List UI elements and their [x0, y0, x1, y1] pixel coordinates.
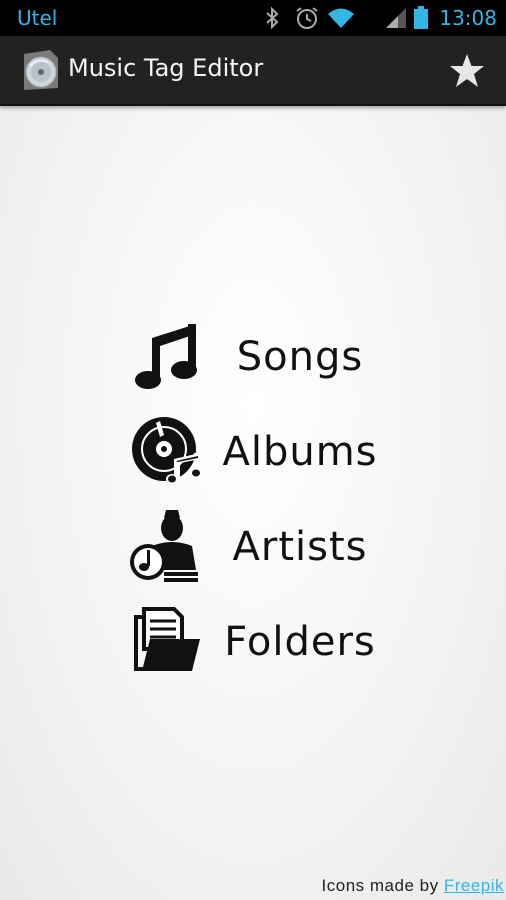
clock: 13:08 [439, 6, 497, 30]
app-title: Music Tag Editor [68, 54, 264, 82]
signal-icon [386, 8, 406, 28]
alarm-icon [296, 7, 318, 29]
attribution: Icons made by Freepik [322, 876, 504, 896]
menu-label-songs: Songs [236, 334, 364, 380]
status-bar: Utel 13:08 [0, 0, 506, 36]
menu-label-folders: Folders [224, 619, 376, 665]
freepik-link[interactable]: Freepik [444, 876, 504, 895]
bluetooth-icon [266, 6, 279, 30]
menu-label-albums: Albums [222, 429, 378, 475]
wifi-icon [328, 8, 354, 28]
star-icon[interactable] [448, 52, 486, 90]
menu-item-albums[interactable]: Albums [130, 415, 390, 510]
main-menu: Songs Albums Artists Folders [130, 320, 390, 700]
album-icon [132, 417, 202, 484]
attribution-text: Icons made by [321, 876, 439, 895]
carrier-name: Utel [17, 6, 58, 30]
action-bar: Music Tag Editor [0, 36, 506, 106]
menu-label-artists: Artists [232, 524, 368, 570]
menu-item-songs[interactable]: Songs [130, 320, 390, 415]
music-note-icon [135, 324, 197, 389]
folder-icon [134, 607, 200, 671]
battery-icon [414, 6, 428, 29]
menu-item-folders[interactable]: Folders [130, 605, 390, 700]
cd-icon[interactable] [20, 48, 60, 92]
artist-icon [130, 510, 198, 582]
menu-item-artists[interactable]: Artists [130, 510, 390, 605]
